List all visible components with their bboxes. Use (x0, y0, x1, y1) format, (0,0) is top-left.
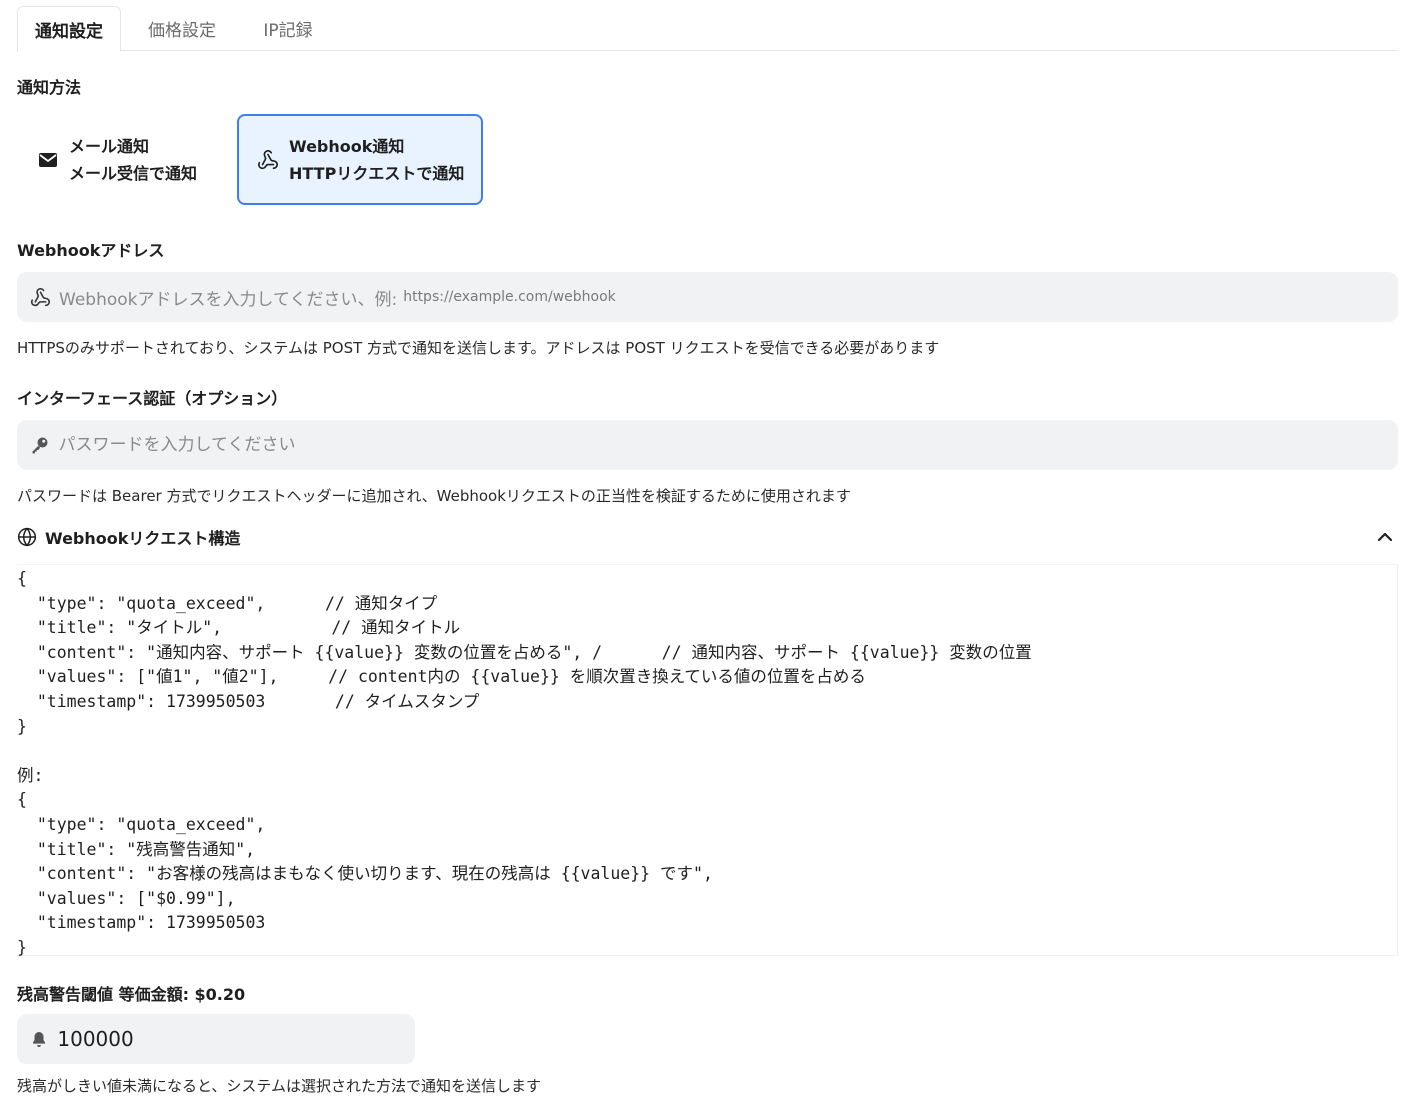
webhook-address-field[interactable]: Webhookアドレスを入力してください、例: https://example.… (17, 272, 1398, 322)
webhook-address-label: Webhookアドレス (17, 241, 165, 260)
request-structure-title: Webhookリクエスト構造 (45, 529, 241, 548)
interface-auth-label: インターフェース認証（オプション） (17, 389, 288, 408)
email-notification-option[interactable]: メール通知 メール受信で通知 (17, 114, 227, 205)
globe-icon (17, 527, 37, 547)
webhook-address-hint: HTTPSのみサポートされており、システムは POST 方式で通知を送信します。… (17, 339, 940, 357)
tab-ip-records[interactable]: IP記録 (243, 6, 333, 51)
auth-hint: パスワードは Bearer 方式でリクエストヘッダーに追加され、Webhookリ… (17, 487, 851, 505)
webhook-option-subtitle: HTTPリクエストで通知 (289, 163, 465, 183)
envelope-icon (37, 149, 59, 171)
threshold-field[interactable] (17, 1014, 415, 1064)
auth-password-input[interactable] (58, 420, 1398, 470)
email-option-subtitle: メール受信で通知 (69, 163, 198, 183)
email-option-title: メール通知 (69, 136, 150, 156)
key-icon (29, 434, 51, 456)
request-structure-code: { "type": "quota_exceed", // 通知タイプ "titl… (17, 569, 1032, 957)
tab-price-settings[interactable]: 価格設定 (129, 6, 235, 51)
tab-bar: 通知設定 価格設定 IP記録 (17, 6, 1398, 52)
chevron-up-icon[interactable] (1374, 526, 1396, 548)
tab-notification-settings[interactable]: 通知設定 (17, 6, 121, 52)
request-structure-header[interactable]: Webhookリクエスト構造 (17, 524, 1398, 550)
auth-password-field[interactable] (17, 420, 1398, 470)
webhook-option-title: Webhook通知 (289, 136, 405, 156)
webhook-notification-option[interactable]: Webhook通知 HTTPリクエストで通知 (237, 114, 483, 205)
notification-method-label: 通知方法 (17, 78, 82, 97)
bell-icon (29, 1028, 49, 1050)
webhook-address-placeholder-url: https://example.com/webhook (403, 289, 616, 305)
threshold-label: 残高警告閾値 等価金額: $0.20 (17, 985, 246, 1004)
threshold-input[interactable] (57, 1014, 415, 1064)
webhook-address-placeholder: Webhookアドレスを入力してください、例: (59, 289, 398, 310)
webhook-icon (257, 149, 279, 171)
webhook-icon (29, 286, 51, 308)
threshold-hint: 残高がしきい値未満になると、システムは選択された方法で通知を送信します (17, 1077, 541, 1095)
